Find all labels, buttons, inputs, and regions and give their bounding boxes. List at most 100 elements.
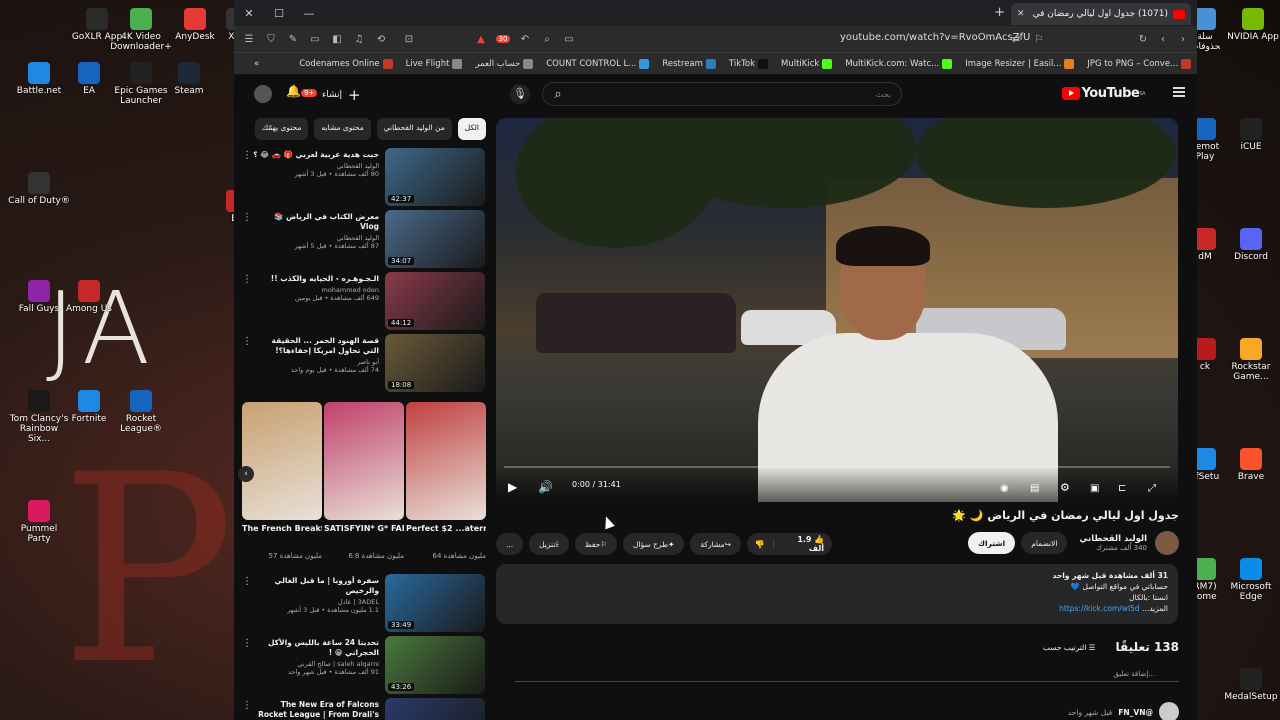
forward-icon[interactable]: ›: [1172, 28, 1194, 50]
channel-avatar[interactable]: [1155, 531, 1179, 555]
brave-shield-icon[interactable]: 30: [492, 28, 514, 50]
related-video-channel[interactable]: الوليد القحطاني: [253, 234, 379, 242]
more-options-icon[interactable]: ⋮: [242, 336, 252, 347]
related-video-channel[interactable]: saleh alqarni | صالح القرني: [253, 660, 379, 668]
description-link[interactable]: https://kick.com/wl5d: [1059, 604, 1139, 613]
related-video-title[interactable]: سفرة أوروبا | ما قبل الغالي والرخيص: [253, 576, 379, 596]
add-comment-input[interactable]: إضافة تعليق...: [515, 670, 1179, 682]
mic-icon[interactable]: 🎙: [510, 84, 530, 104]
undo-icon[interactable]: ↶: [514, 28, 536, 50]
desktop-icon[interactable]: Discord: [1222, 228, 1280, 262]
reload-icon[interactable]: ↻: [1132, 28, 1154, 50]
volume-icon[interactable]: 🔊: [538, 480, 553, 494]
desktop-icon[interactable]: MedalSetup: [1222, 668, 1280, 702]
settings-gear-icon[interactable]: ⚙: [1060, 481, 1070, 494]
search-button-icon[interactable]: ⌕: [543, 83, 573, 105]
back-icon[interactable]: ‹: [1152, 28, 1174, 50]
download-button[interactable]: ⤓ تنزيل: [529, 533, 569, 555]
ask-button[interactable]: ✦ طرح سؤال: [623, 533, 685, 555]
menu-icon[interactable]: ☰: [238, 28, 260, 50]
notifications-bell-icon[interactable]: 🔔 9+: [286, 84, 318, 98]
short-title[interactable]: The French Breakfast! ...: [242, 524, 322, 533]
filter-chip[interactable]: من الوليد الفحطاني: [376, 118, 452, 140]
desktop-icon[interactable]: Steam: [158, 62, 220, 96]
short-item[interactable]: SATISFYIN* G* FANTA ... 6.8 مليون مشاهدة: [324, 402, 404, 560]
bookmark-item[interactable]: Restream: [662, 58, 716, 69]
cast-icon[interactable]: ⊏: [1118, 483, 1126, 494]
video-player[interactable]: ▶ 🔊 0:00 / 31:41 ◉ ▤ ⚙ ▣ ⊏ ⤢: [496, 118, 1178, 502]
description-more[interactable]: المزيد...: [1142, 604, 1168, 613]
related-video-title[interactable]: تحدينا 24 ساعة بالليس والأكل الحجراني 😁 …: [253, 638, 379, 658]
shorts-prev-icon[interactable]: ‹: [238, 466, 254, 482]
desktop-icon[interactable]: Call of Duty®: [8, 172, 70, 206]
bookmark-item[interactable]: Image Resizer | Easil...: [965, 58, 1075, 69]
related-video-channel[interactable]: mohammed oden: [253, 286, 380, 294]
related-video-channel[interactable]: 3ADEL | عادل: [253, 598, 379, 606]
desktop-icon[interactable]: Rocket League®: [110, 390, 172, 434]
bookmark-item[interactable]: JPG to PNG – Conve...: [1087, 58, 1192, 69]
sort-comments-button[interactable]: ☰ الترتيب حسب: [1043, 643, 1096, 652]
url-field[interactable]: youtube.com/watch?v=RvoOmAcsZfU: [840, 32, 1030, 43]
video-thumbnail[interactable]: 34:07: [385, 210, 485, 268]
account-avatar[interactable]: [254, 85, 272, 103]
play-icon[interactable]: ▶: [508, 480, 517, 494]
miniplayer-icon[interactable]: ▣: [1090, 483, 1099, 494]
related-video-title[interactable]: The New Era of Falcons Rocket League | F…: [253, 700, 379, 720]
bookmark-item[interactable]: Live Flight: [406, 58, 463, 69]
bookmark-icon[interactable]: ⚐: [1028, 28, 1050, 50]
short-title[interactable]: Perfect $2 ...atermelon: [406, 524, 486, 533]
video-thumbnail[interactable]: 42:37: [385, 148, 485, 206]
commenter-avatar[interactable]: [1159, 702, 1179, 720]
maximize-window-icon[interactable]: ☐: [264, 0, 294, 26]
filter-chip[interactable]: محتوى مشابه: [314, 118, 371, 140]
shield-icon[interactable]: ⛉: [260, 28, 282, 50]
new-tab-icon[interactable]: +: [994, 5, 1005, 20]
description-box[interactable]: 31 ألف مشاهدة قبل شهر واحد حساباتي في مو…: [496, 564, 1178, 624]
history-icon[interactable]: ⟲: [370, 28, 392, 50]
related-video-title[interactable]: قصة الهنود الحمر ... الحقيقة التي تحاول …: [253, 336, 379, 356]
desktop-icon[interactable]: iCUE: [1222, 118, 1280, 152]
related-video-item[interactable]: 34:07 معرض الكتاب في الرياض 📚 Vlog الوليد …: [242, 210, 485, 268]
short-title[interactable]: SATISFYIN* G* FANTA ...: [324, 524, 404, 533]
fullscreen-icon[interactable]: ⤢: [1148, 483, 1156, 494]
like-button[interactable]: 👍 1.9 ألف: [774, 535, 832, 553]
dislike-button[interactable]: 👎: [747, 539, 774, 549]
bookmarks-expand-icon[interactable]: «: [254, 59, 259, 69]
related-video-channel[interactable]: أبو ناصر: [253, 358, 379, 366]
tabs-icon[interactable]: ▭: [304, 28, 326, 50]
more-options-icon[interactable]: ⋮: [242, 150, 252, 161]
bookmark-item[interactable]: MultiKick: [781, 58, 833, 69]
extension-icon[interactable]: ✎: [282, 28, 304, 50]
share-button[interactable]: ↪ مشاركة: [690, 533, 741, 555]
more-options-icon[interactable]: ⋮: [242, 576, 252, 587]
bookmark-item[interactable]: MultiKick.com: Watc...: [845, 58, 953, 69]
related-video-title[interactable]: معرض الكتاب في الرياض 📚 Vlog: [253, 212, 379, 232]
video-thumbnail[interactable]: [385, 698, 485, 720]
desktop-icon[interactable]: 4K Video Downloader+: [110, 8, 172, 52]
related-video-channel[interactable]: الوليد القحطاني: [253, 162, 379, 170]
more-options-icon[interactable]: ⋮: [242, 274, 252, 285]
related-video-item[interactable]: 33:49 سفرة أوروبا | ما قبل الغالي والرخيص…: [242, 574, 485, 632]
translate-icon[interactable]: ⇄: [1005, 28, 1027, 50]
close-window-icon[interactable]: ✕: [234, 0, 264, 26]
related-video-item[interactable]: 18:08 قصة الهنود الحمر ... الحقيقة التي ت…: [242, 334, 485, 392]
related-video-title[interactable]: الـجـوهـره - الحيايه والكذب !!: [253, 274, 379, 284]
save-button[interactable]: ⚐ حفظ: [574, 533, 618, 555]
commenter-name[interactable]: @FN_VN: [1118, 708, 1153, 717]
subscribe-button[interactable]: اشتراك: [968, 532, 1016, 554]
desktop-icon[interactable]: Microsoft Edge: [1222, 558, 1280, 602]
related-video-item[interactable]: 43:26 تحدينا 24 ساعة بالليس والأكل الحجرا…: [242, 636, 485, 694]
triangle-icon[interactable]: ▲: [470, 28, 492, 50]
more-options-icon[interactable]: ⋮: [242, 212, 252, 223]
create-button[interactable]: إنشاء +: [322, 86, 361, 104]
video-thumbnail[interactable]: 33:49: [385, 574, 485, 632]
guide-menu-icon[interactable]: [1173, 87, 1185, 97]
join-button[interactable]: الانضمام: [1021, 532, 1068, 554]
cast-icon[interactable]: ▭: [558, 28, 580, 50]
desktop-icon[interactable]: Rockstar Game...: [1222, 338, 1280, 382]
search-input[interactable]: [573, 89, 901, 99]
autoplay-toggle-icon[interactable]: ◉: [1000, 483, 1009, 494]
filter-chip[interactable]: محتوى يهمّك: [254, 118, 309, 140]
youtube-logo[interactable]: YouTube SA: [1061, 86, 1145, 101]
channel-name[interactable]: الوليد القحطاني: [1079, 534, 1147, 544]
